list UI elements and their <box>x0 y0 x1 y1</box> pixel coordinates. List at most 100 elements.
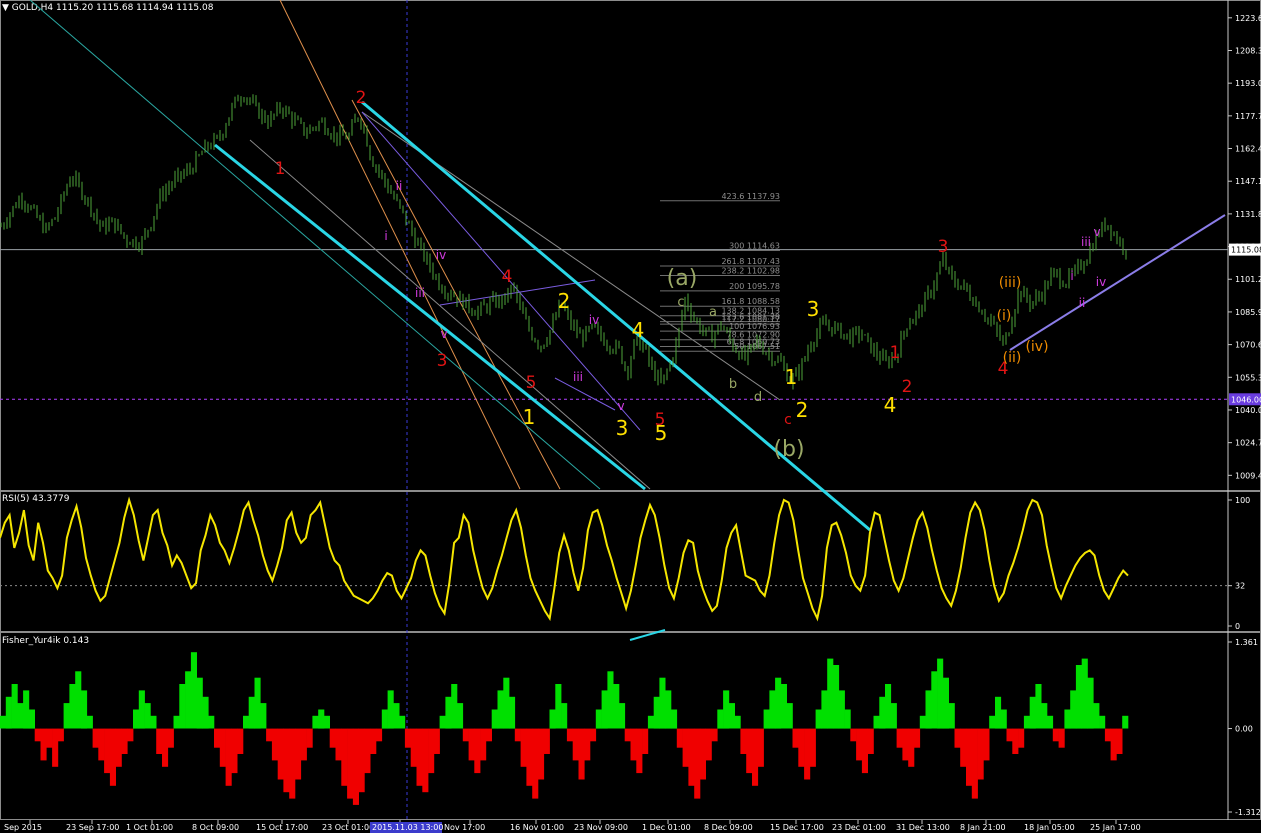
time-label: 23 Dec 01:00 <box>832 823 886 832</box>
fisher-bar <box>156 728 163 754</box>
fisher-bar <box>647 715 654 729</box>
wave-label-yellow: 2 <box>558 289 571 313</box>
fisher-bar <box>260 703 267 729</box>
wave-label-red: 1 <box>890 343 901 363</box>
fisher-bar <box>532 728 539 799</box>
fisher-bar <box>792 728 799 748</box>
fisher-bar <box>989 715 996 729</box>
fisher-bar <box>81 690 88 729</box>
fisher-bar <box>52 728 59 767</box>
fisher-bar <box>115 728 122 767</box>
rsi-tick-label: 32 <box>1235 582 1245 591</box>
wave-label-orange: (iv) <box>1025 339 1048 355</box>
fisher-bar <box>393 703 400 729</box>
fisher-bar <box>815 709 822 729</box>
fisher-tick-label: 0.00 <box>1235 725 1253 734</box>
time-label: Nov 17:00 <box>444 823 485 832</box>
price-tick-label: 1055.3 <box>1235 373 1261 382</box>
fisher-bar <box>509 696 516 729</box>
orange-line <box>351 99 561 490</box>
fisher-bar <box>948 703 955 729</box>
fisher-bar <box>642 728 649 754</box>
chart-canvas[interactable]: 1223.61208.31193.01177.71162.41147.11131… <box>0 0 1261 833</box>
price-tick-label: 1070.6 <box>1235 341 1261 350</box>
fisher-bar <box>775 677 782 729</box>
fisher-bar <box>665 690 672 729</box>
wave-label-red: 4 <box>502 267 513 287</box>
wave-label-magenta: iv <box>436 248 446 262</box>
wave-label-magenta: v <box>440 327 447 341</box>
wave-label-yellow: 1 <box>523 405 536 429</box>
fisher-bar <box>1018 728 1025 748</box>
fisher-bar <box>254 677 261 729</box>
fisher-bar <box>277 728 284 780</box>
fisher-bar <box>856 728 863 761</box>
wave-label-red: 1 <box>275 159 286 179</box>
fisher-bar <box>607 671 614 729</box>
fisher-bar <box>723 690 730 729</box>
fibo-level-label: 161.8 1088.58 <box>721 297 780 306</box>
rsi-tick-label: 0 <box>1235 622 1240 631</box>
fisher-bar <box>376 728 383 742</box>
time-label: 18 Jan 05:00 <box>1024 823 1075 832</box>
fisher-bar <box>92 728 99 748</box>
fisher-bar <box>763 709 770 729</box>
wave-label-orange: (iii) <box>999 275 1022 291</box>
fisher-bar <box>1122 715 1129 729</box>
fisher-bar <box>28 709 35 729</box>
fibo-level-label: 300 1114.63 <box>729 242 780 251</box>
fisher-bar <box>491 709 498 729</box>
fisher-bar <box>630 728 637 761</box>
wave-label-green: (a) <box>667 266 698 291</box>
fisher-bar <box>613 684 620 729</box>
fisher-bar <box>1075 665 1082 729</box>
time-label: 31 Dec 13:00 <box>896 823 950 832</box>
fisher-bar <box>127 728 134 742</box>
price-tick-label: 1208.3 <box>1235 46 1261 55</box>
fisher-bar <box>283 728 290 793</box>
wave-label-magenta: iv <box>1096 275 1106 289</box>
fisher-bar <box>1052 728 1059 742</box>
fisher-bar <box>850 728 857 742</box>
fisher-bar <box>410 728 417 767</box>
fisher-bar <box>312 715 319 729</box>
rsi-line <box>0 496 1129 622</box>
fisher-bar <box>399 715 406 729</box>
fisher-bar <box>861 728 868 774</box>
fisher-bar <box>942 677 949 729</box>
fisher-bar <box>931 671 938 729</box>
wave-label-magenta: ii <box>1079 296 1086 310</box>
fisher-bar <box>474 728 481 774</box>
fisher-bar <box>1029 696 1036 729</box>
fisher-tick-label: -1.312 <box>1235 808 1261 817</box>
price-tick-label: 1177.7 <box>1235 112 1261 121</box>
fisher-bar <box>520 728 527 767</box>
price-tick-label: 1147.1 <box>1235 177 1261 186</box>
fisher-bar <box>995 696 1002 729</box>
price-tick-label: 1024.7 <box>1235 439 1261 448</box>
fisher-bar <box>838 690 845 729</box>
fisher-bar <box>676 728 683 748</box>
time-label: 23 Nov 09:00 <box>574 823 628 832</box>
fisher-bar <box>746 728 753 774</box>
fisher-bar <box>659 677 666 729</box>
fisher-bar <box>919 715 926 729</box>
fisher-bar <box>584 728 591 761</box>
orange-line <box>279 0 521 490</box>
fisher-bar <box>162 728 169 767</box>
fisher-bar <box>462 728 469 742</box>
fisher-bar <box>428 728 435 774</box>
fisher-bar <box>231 728 238 774</box>
price-tick-label: 1009.4 <box>1235 471 1261 480</box>
fisher-bar <box>433 728 440 754</box>
fisher-bar <box>827 658 834 729</box>
fisher-bar <box>347 728 354 799</box>
fisher-bar <box>971 728 978 799</box>
fisher-bar <box>1070 690 1077 729</box>
fisher-bar <box>561 703 568 729</box>
wave-label-magenta: i <box>384 229 387 243</box>
fisher-bar <box>896 728 903 748</box>
fisher-bar <box>17 703 24 729</box>
fisher-bar <box>468 728 475 761</box>
fisher-bar <box>804 728 811 780</box>
